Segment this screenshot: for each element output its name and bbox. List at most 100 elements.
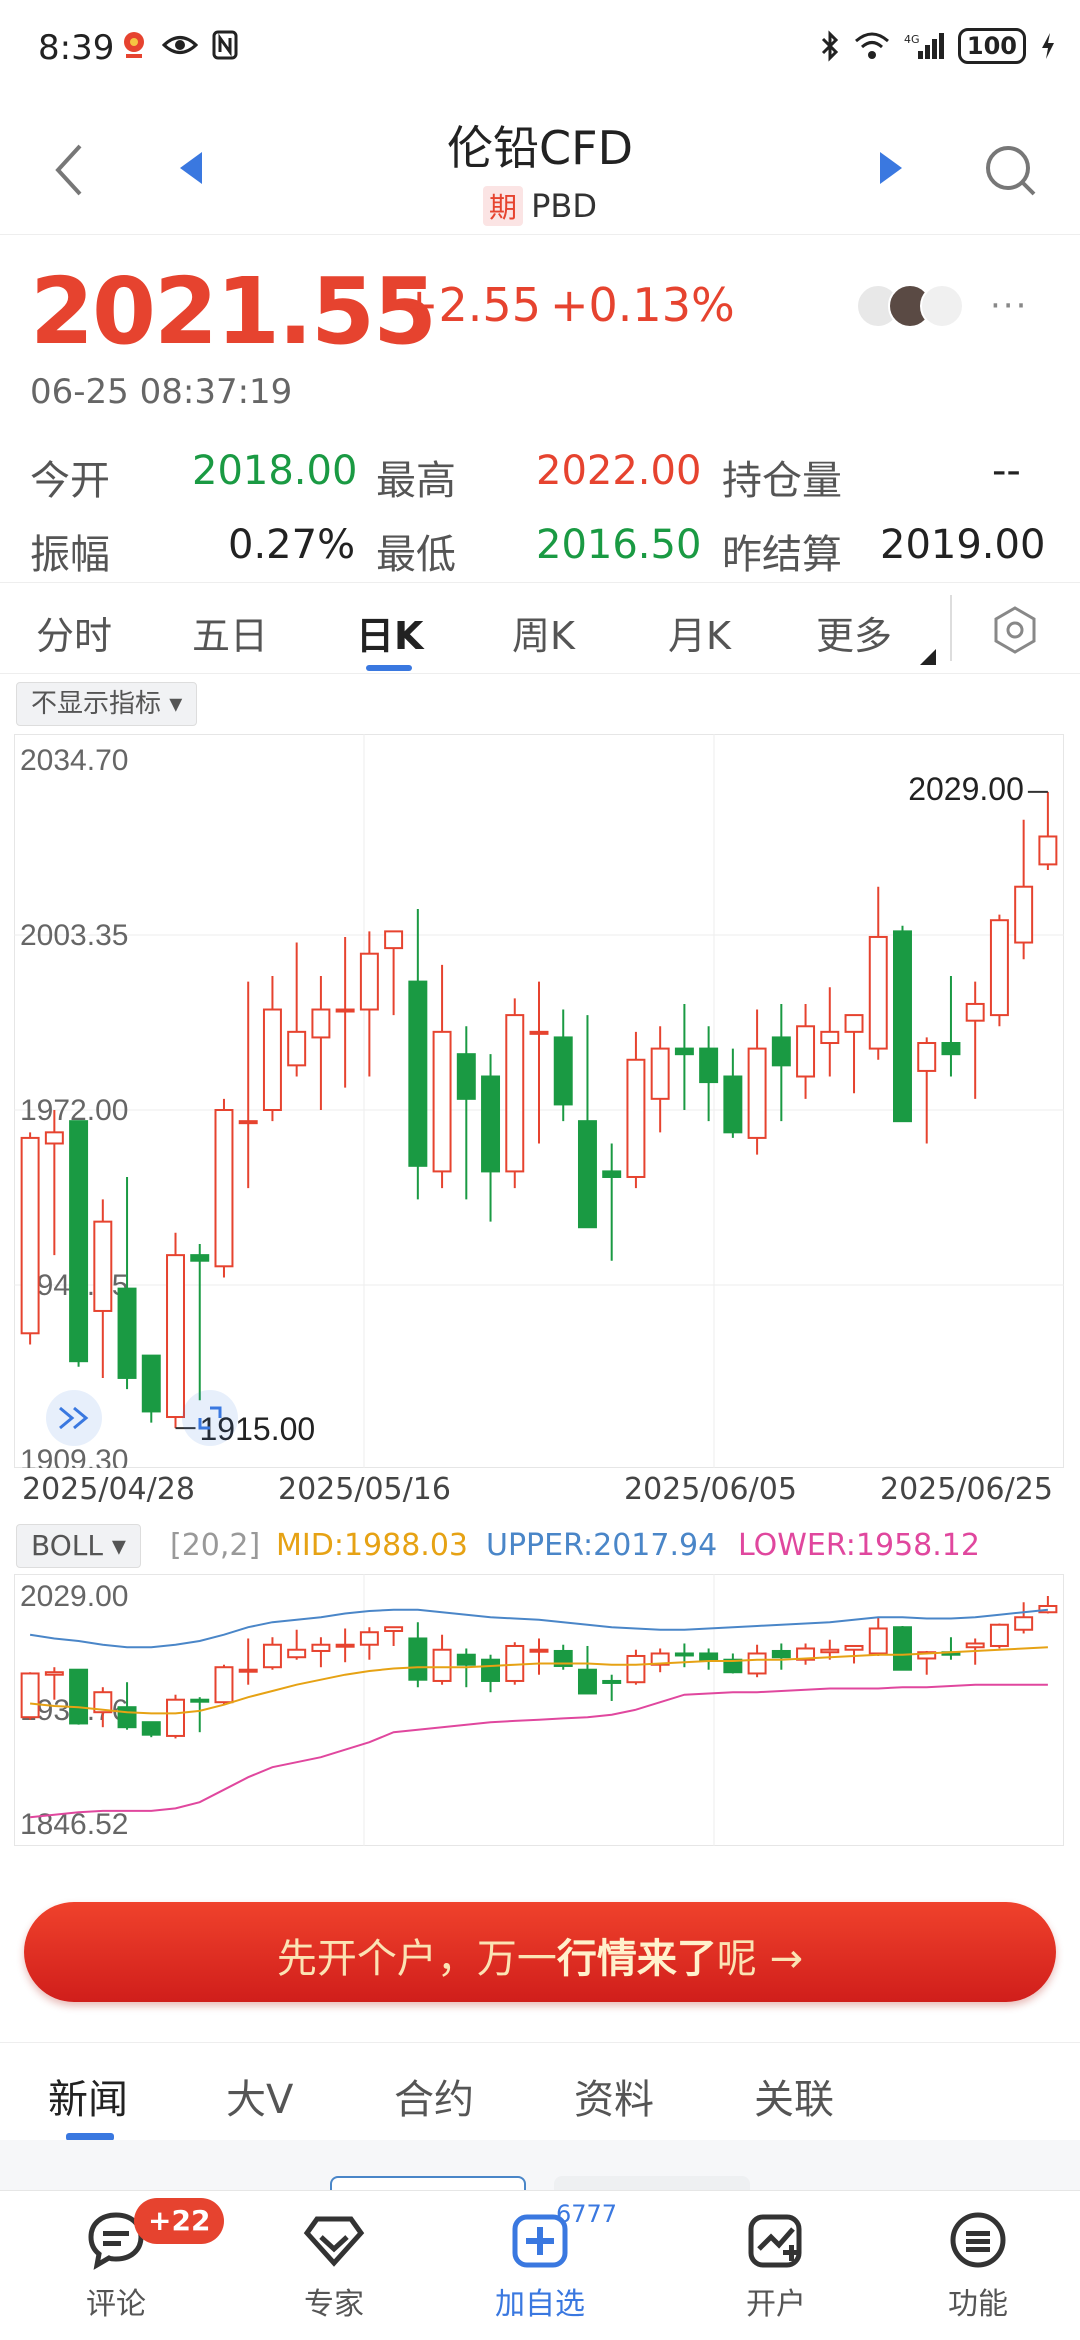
candle-body — [432, 1030, 452, 1173]
x-tick-label: 2025/05/16 — [278, 1472, 451, 1507]
search-icon[interactable] — [982, 142, 1038, 198]
nav-expert[interactable]: 专家 — [264, 2209, 404, 2323]
nav-open-account[interactable]: 开户 — [706, 2209, 846, 2323]
candle-body — [723, 1075, 743, 1134]
candle-body — [577, 1120, 597, 1229]
discussion-avatars[interactable] — [856, 284, 964, 328]
status-bar: 8:39 4G 100 — [0, 0, 1080, 100]
candle-body — [771, 1036, 791, 1067]
tab-info[interactable]: 资料 — [574, 2067, 654, 2125]
banner-text: 先开个户，万一行情来了呢 → — [24, 1926, 1056, 1984]
candle-body — [311, 1643, 331, 1652]
candle-body — [384, 930, 404, 950]
x-tick-label: 2025/06/25 — [880, 1472, 1053, 1507]
avatar — [920, 284, 964, 328]
tab-active-indicator — [366, 665, 412, 671]
candle-body — [577, 1668, 597, 1695]
battery-indicator: 100 — [957, 28, 1026, 64]
tab-related[interactable]: 关联 — [754, 2067, 834, 2125]
candle-body — [747, 1652, 767, 1675]
status-right-icons: 4G 100 — [820, 28, 1056, 64]
candle-body — [432, 1648, 452, 1682]
candle-body — [699, 1652, 719, 1662]
charging-icon — [1042, 33, 1054, 59]
candle-body — [1014, 885, 1034, 944]
nav-functions[interactable]: 功能 — [908, 2209, 1048, 2323]
candle-body — [529, 1648, 549, 1653]
candle-body — [262, 1008, 282, 1112]
prev-settle-label: 昨结算 — [722, 532, 842, 578]
candle-body — [408, 980, 428, 1167]
candle-body — [844, 1644, 864, 1651]
candle-body — [868, 1627, 888, 1655]
candle-body — [238, 1668, 258, 1673]
tab-more[interactable]: 更多 — [816, 605, 892, 660]
candle-body — [893, 1626, 912, 1671]
candle-body — [965, 1642, 985, 1649]
indicator-toggle[interactable]: 不显示指标 ▾ — [16, 682, 198, 726]
banner-text-a: 先开个户，万一 — [276, 1936, 557, 1982]
settings-icon[interactable] — [990, 605, 1040, 655]
tab-monthly-k[interactable]: 月K — [668, 605, 731, 660]
tab-daily-k[interactable]: 日K — [356, 605, 423, 660]
candle-body — [820, 1030, 840, 1045]
candle-body — [989, 1623, 1009, 1647]
signal-icon: 4G — [904, 33, 944, 59]
boll-lower-value: LOWER:1958.12 — [738, 1528, 980, 1563]
boll-legend: BOLL ▾ [20,2] MID:1988.03 UPPER:2017.94 … — [0, 1520, 1080, 1572]
tab-news[interactable]: 新闻 — [48, 2067, 128, 2125]
tab-five-day[interactable]: 五日 — [192, 605, 268, 660]
nav-functions-label: 功能 — [948, 2287, 1008, 2322]
bluetooth-icon — [821, 30, 839, 62]
menu-icon — [950, 2212, 1006, 2268]
candle-body — [626, 1654, 646, 1684]
candle-body — [1014, 1616, 1034, 1631]
candle-body — [481, 1075, 501, 1173]
candle-body — [44, 1131, 64, 1145]
open-account-banner[interactable]: 先开个户，万一行情来了呢 → — [24, 1902, 1056, 2002]
symbol-code: PBD — [531, 187, 597, 225]
amplitude-label: 振幅 — [30, 532, 110, 578]
tab-weekly-k[interactable]: 周K — [512, 605, 575, 660]
candle-body — [93, 1220, 113, 1312]
boll-mid-value: MID:1988.03 — [276, 1528, 468, 1563]
eye-icon — [162, 36, 198, 54]
next-symbol-icon[interactable] — [876, 148, 906, 188]
open-label: 今开 — [30, 458, 110, 504]
candle-body — [820, 1648, 840, 1654]
amplitude-value: 0.27% — [228, 522, 356, 568]
candle-body — [141, 1721, 161, 1736]
y-tick-label: 2003.35 — [20, 919, 128, 952]
high-label: 最高 — [376, 458, 456, 504]
candle-body — [602, 1679, 622, 1684]
x-axis: 2025/04/28 2025/05/16 2025/06/05 2025/06… — [0, 1472, 1080, 1516]
nav-expert-label: 专家 — [304, 2287, 364, 2322]
candle-body — [699, 1047, 719, 1084]
x-tick-label: 2025/04/28 — [22, 1472, 195, 1507]
open-value: 2018.00 — [192, 448, 358, 494]
candle-body — [965, 1002, 985, 1022]
comment-count-badge: +22 — [134, 2198, 225, 2244]
candle-body — [529, 1030, 549, 1035]
boll-indicator-toggle[interactable]: BOLL ▾ — [16, 1524, 141, 1568]
candle-body — [505, 1014, 525, 1173]
candle-body — [20, 1672, 40, 1719]
tab-intraday[interactable]: 分时 — [36, 605, 112, 660]
candle-body — [796, 1025, 816, 1078]
more-options-icon[interactable]: ··· — [990, 286, 1028, 326]
y-tick-label: 2029.00 — [20, 1580, 128, 1613]
open-interest-value: -- — [992, 448, 1021, 494]
nfc-icon — [212, 30, 238, 60]
price-change-pct: +0.13% — [550, 278, 735, 332]
candle-body — [311, 1008, 331, 1039]
boll-chart[interactable]: 2029.001937.761846.52 — [14, 1574, 1064, 1846]
candle-body — [456, 1653, 476, 1666]
kline-chart[interactable]: 2034.702003.351972.001940.651909.302029.… — [14, 734, 1064, 1468]
tab-contract[interactable]: 合约 — [394, 2067, 474, 2125]
y-tick-label: 2034.70 — [20, 744, 128, 777]
candle-body — [868, 935, 888, 1050]
y-tick-label: 1909.30 — [20, 1444, 128, 1468]
divider — [950, 595, 952, 661]
tab-big-v[interactable]: 大V — [226, 2067, 293, 2125]
candle-body — [893, 930, 912, 1123]
